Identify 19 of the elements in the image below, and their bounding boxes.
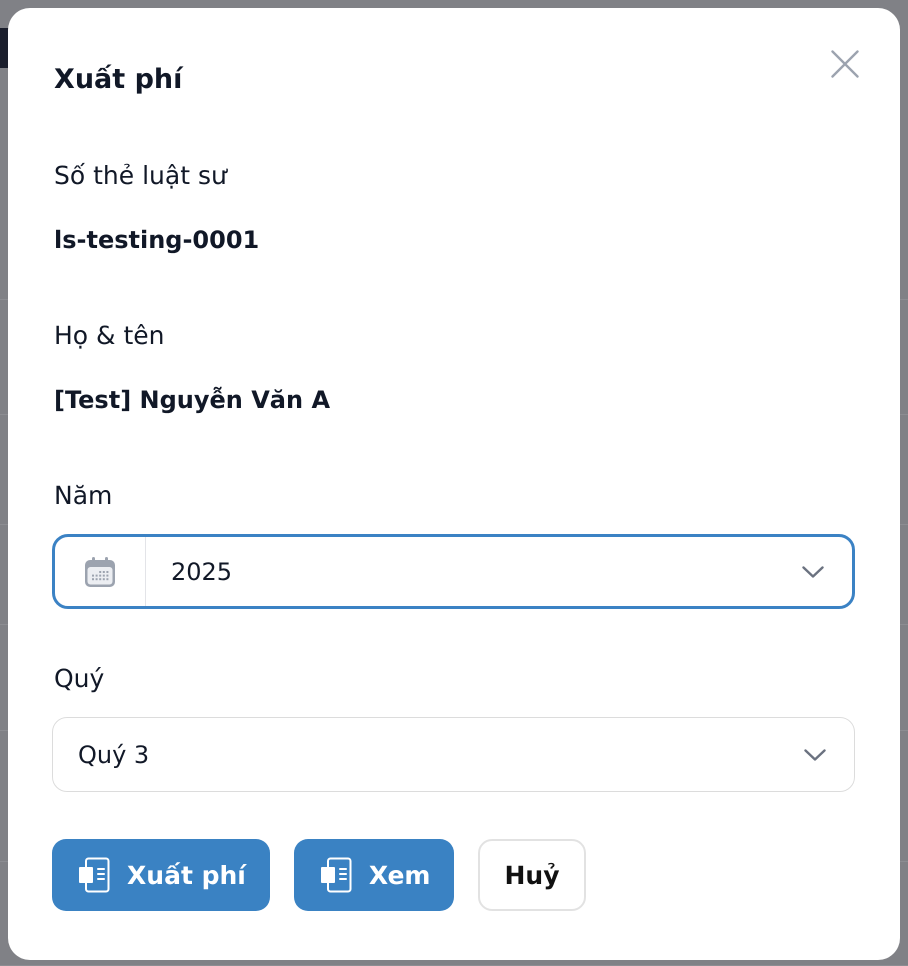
action-button[interactable]: Xem <box>294 839 454 911</box>
chevron-down-icon <box>802 566 824 578</box>
field-label: Năm <box>53 480 114 512</box>
action-button[interactable]: Xuất phí <box>52 839 270 911</box>
field-value: [Test] Nguyễn Văn A <box>53 385 332 416</box>
field-label: Quý <box>53 663 106 695</box>
dropdown-field[interactable]: Quý 3 <box>52 717 855 792</box>
chevron-down-icon <box>804 748 826 760</box>
document-icon <box>320 857 352 893</box>
field-label: Số thẻ luật sư <box>53 160 229 192</box>
dropdown-field[interactable]: 2025 <box>52 534 855 609</box>
field-label: Họ & tên <box>53 320 166 352</box>
dialog-title: Xuất phí <box>53 63 182 97</box>
close-button[interactable] <box>831 50 859 78</box>
cancel-button[interactable]: Huỷ <box>478 839 586 911</box>
document-icon <box>78 857 110 893</box>
calendar-icon <box>84 556 116 588</box>
field-value: ls-testing-0001 <box>53 225 260 256</box>
close-icon <box>831 50 859 78</box>
